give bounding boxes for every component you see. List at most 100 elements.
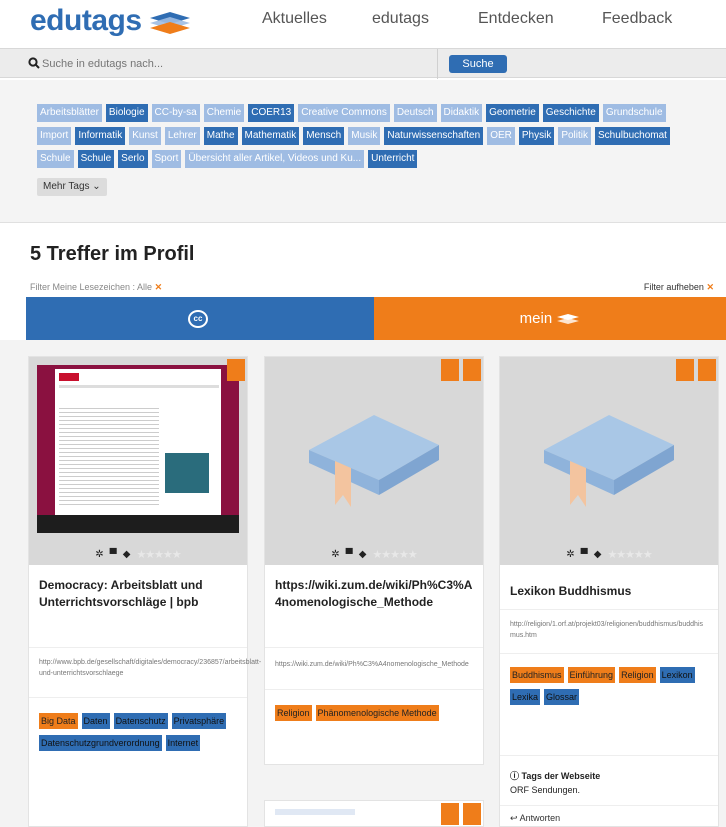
tag-cloud-item[interactable]: Informatik <box>75 127 126 145</box>
nav-aktuelles[interactable]: Aktuelles <box>262 10 327 28</box>
card-url[interactable]: http://religion/1.orf.at/projekt03/relig… <box>510 619 708 641</box>
card-tag[interactable]: Daten <box>81 713 110 729</box>
filter-reset[interactable]: Filter aufheben ✕ <box>644 282 714 293</box>
tag-icon[interactable]: ◆ <box>359 549 367 560</box>
card-thumbnail[interactable] <box>500 357 718 565</box>
card-thumbnail[interactable] <box>29 357 247 565</box>
card-tag[interactable]: Phänomenologische Methode <box>315 705 439 721</box>
tag-cloud-item[interactable]: Serlo <box>118 150 148 168</box>
tag-cloud-item[interactable]: Schule <box>37 150 74 168</box>
card-tag[interactable]: Buddhismus <box>510 667 564 683</box>
books-icon <box>149 12 190 34</box>
cc-filter-toggle[interactable] <box>0 297 374 340</box>
result-card[interactable]: ✲ ▀ ◆ ★★★★★ Democracy: Arbeitsblatt und … <box>28 356 261 827</box>
result-card[interactable]: ✲ ▀ ◆ ★★★★★ Lexikon Buddhismus http://re… <box>499 356 719 827</box>
tag-cloud-item[interactable]: Naturwissenschaften <box>384 127 484 145</box>
tag-cloud-item[interactable]: Geschichte <box>542 104 599 122</box>
card-title[interactable]: Democracy: Arbeitsblatt und Unterrichtsv… <box>39 577 235 611</box>
top-bar: edutags Aktuelles edutags Entdecken Feed… <box>0 0 726 42</box>
tag-cloud-item[interactable]: Übersicht aller Artikel, Videos und Ku..… <box>185 150 365 168</box>
card-url[interactable]: https://wiki.zum.de/wiki/Ph%C3%A4nomenol… <box>275 659 473 670</box>
more-tags-button[interactable]: Mehr Tags ⌄ <box>37 178 107 196</box>
tag-cloud-item[interactable]: Arbeitsblätter <box>37 104 102 122</box>
tag-cloud-item[interactable]: Mensch <box>303 127 345 145</box>
card-actions: ✲ ▀ ◆ ★★★★★ <box>500 543 718 565</box>
tag-cloud-item[interactable]: Creative Commons <box>298 104 390 122</box>
gear-icon[interactable]: ✲ <box>95 549 103 560</box>
rating-stars[interactable]: ★★★★★ <box>136 548 181 561</box>
card-tag[interactable]: Religion <box>619 667 656 683</box>
results-title: 5 Treffer im Profil <box>30 243 195 265</box>
tag-cloud-item[interactable]: CC-by-sa <box>151 104 200 122</box>
lock-icon[interactable] <box>676 359 694 381</box>
search-button[interactable]: Suche <box>449 55 507 73</box>
tag-icon[interactable] <box>227 359 245 381</box>
tag-cloud-item[interactable]: Kunst <box>129 127 161 145</box>
card-url[interactable]: http://www.bpb.de/gesellschaft/digitales… <box>39 657 261 679</box>
tag-cloud-item[interactable]: Mathematik <box>241 127 300 145</box>
tag-cloud-item[interactable]: Chemie <box>203 104 245 122</box>
tag-cloud-item[interactable]: Physik <box>518 127 555 145</box>
tag-icon[interactable]: ◆ <box>123 549 131 560</box>
nav-feedback[interactable]: Feedback <box>602 10 672 28</box>
tag-cloud-item[interactable]: Deutsch <box>393 104 437 122</box>
nav-entdecken[interactable]: Entdecken <box>478 10 554 28</box>
reply-icon: ↩ <box>510 813 518 823</box>
card-title[interactable]: Lexikon Buddhismus <box>510 583 706 600</box>
tag-cloud-item[interactable]: Unterricht <box>368 150 418 168</box>
card-thumbnail <box>275 809 355 815</box>
rating-stars[interactable]: ★★★★★ <box>372 548 417 561</box>
divider <box>265 689 483 690</box>
filter-close-icon[interactable]: ✕ <box>155 282 163 292</box>
result-card[interactable] <box>264 800 484 827</box>
tag-cloud-item[interactable]: Musik <box>348 127 381 145</box>
tag-cloud-item[interactable]: Schule <box>77 150 115 168</box>
search-input[interactable] <box>42 55 442 73</box>
tag-icon[interactable] <box>698 359 716 381</box>
tag-cloud-item[interactable]: Schulbuchomat <box>595 127 670 145</box>
tag-cloud-item[interactable]: Sport <box>151 150 182 168</box>
card-tag[interactable]: Internet <box>165 735 201 751</box>
edutags-logo[interactable]: edutags <box>30 4 192 38</box>
comment-icon[interactable]: ▀ <box>110 549 117 560</box>
lock-icon[interactable] <box>441 803 459 825</box>
comment-icon[interactable]: ▀ <box>581 549 588 560</box>
comment-icon[interactable]: ▀ <box>346 549 353 560</box>
tag-icon[interactable] <box>463 803 481 825</box>
search-icon <box>28 57 40 69</box>
card-tag[interactable]: Lexikon <box>659 667 695 683</box>
card-tag[interactable]: Datenschutzgrundverordnung <box>39 735 162 751</box>
card-tag[interactable]: Datenschutz <box>113 713 168 729</box>
lock-icon[interactable] <box>441 359 459 381</box>
card-tag[interactable]: Einführung <box>567 667 616 683</box>
card-title[interactable]: https://wiki.zum.de/wiki/Ph%C3%A4nomenol… <box>275 577 475 611</box>
tag-icon[interactable]: ◆ <box>594 549 602 560</box>
card-tags: Big Data Daten Datenschutz Privatsphäre Date… <box>39 713 239 751</box>
mein-filter-toggle[interactable]: mein <box>374 297 726 340</box>
tag-cloud-item[interactable]: Politik <box>558 127 591 145</box>
card-tag[interactable]: Privatsphäre <box>171 713 227 729</box>
tag-icon[interactable] <box>463 359 481 381</box>
tag-cloud-item[interactable]: Grundschule <box>602 104 666 122</box>
gear-icon[interactable]: ✲ <box>331 549 339 560</box>
result-card[interactable]: ✲ ▀ ◆ ★★★★★ https://wiki.zum.de/wiki/Ph%… <box>264 356 484 765</box>
tag-cloud-item[interactable]: Import <box>37 127 72 145</box>
tag-cloud-item[interactable]: OER <box>487 127 515 145</box>
tag-cloud-item[interactable]: Lehrer <box>164 127 200 145</box>
gear-icon[interactable]: ✲ <box>566 549 574 560</box>
tag-cloud-item[interactable]: Biologie <box>105 104 148 122</box>
card-thumbnail[interactable] <box>265 357 483 565</box>
tag-cloud-item[interactable]: Mathe <box>203 127 238 145</box>
card-tag[interactable]: Religion <box>275 705 312 721</box>
card-tag[interactable]: Big Data <box>39 713 78 729</box>
reply-link[interactable]: ↩ Antworten <box>510 813 560 824</box>
rating-stars[interactable]: ★★★★★ <box>607 548 652 561</box>
nav-edutags[interactable]: edutags <box>372 10 429 28</box>
reply-label: Antworten <box>519 813 561 823</box>
tag-cloud-item[interactable]: COER13 <box>248 104 295 122</box>
tag-cloud-item[interactable]: Geometrie <box>486 104 539 122</box>
card-tag[interactable]: Glossar <box>544 689 580 705</box>
card-tag[interactable]: Lexika <box>510 689 541 705</box>
tag-cloud-item[interactable]: Didaktik <box>440 104 483 122</box>
books-icon <box>557 314 580 325</box>
